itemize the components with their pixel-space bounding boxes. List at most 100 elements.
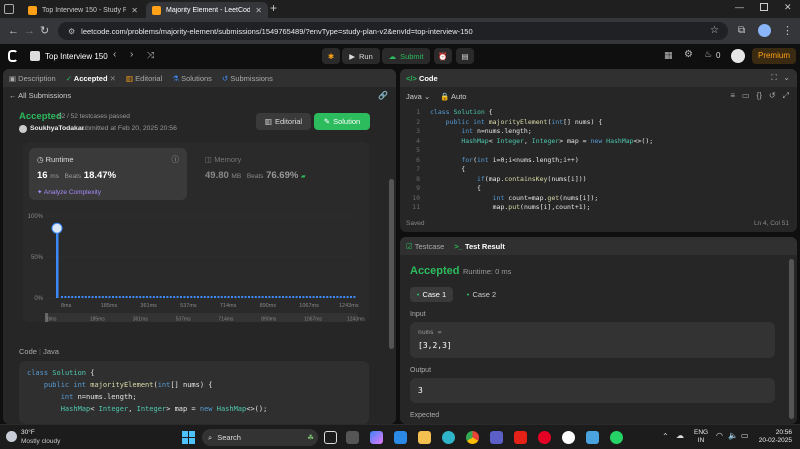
reset-icon[interactable]: ↺ [769,91,776,101]
layout-icon[interactable]: ▦ [664,50,673,61]
case-1-tab[interactable]: • Case 1 [410,287,453,302]
left-panel: ▣ Description ✓ Accepted ✕ ▥ Editorial ⚗… [3,69,396,424]
clock[interactable]: 20:56 20-02-2025 [756,429,792,445]
case-2-tab[interactable]: • Case 2 [460,287,503,302]
study-plan-title[interactable]: Top Interview 150 [45,52,108,61]
timer-button[interactable]: ⏰ [434,48,452,64]
vscode-icon[interactable] [394,431,407,444]
language-select[interactable]: Java ⌄ [406,92,430,101]
distribution-bar [129,296,131,298]
chrome-icon[interactable] [466,431,479,444]
tab-description[interactable]: ▣ Description [9,74,56,83]
fullscreen-icon[interactable]: ⤢ [783,91,789,101]
distribution-bar [305,296,308,298]
editorial-button[interactable]: ▥ Editorial [256,113,311,130]
chrome-menu-icon[interactable]: ⋮ [782,24,793,38]
left-scrollbar[interactable] [389,179,394,349]
app-icon[interactable] [490,431,503,444]
collapse-panel-icon[interactable]: ⌄ [783,73,790,82]
extensions-icon[interactable]: ⧉ [738,24,745,38]
tab-editorial[interactable]: ▥ Editorial [126,74,162,83]
close-window-icon[interactable]: ✕ [784,2,792,13]
youtube-icon[interactable] [514,431,527,444]
all-submissions-link[interactable]: ← All Submissions [9,91,71,100]
tab-search-icon[interactable] [4,4,14,14]
right-scrollbar[interactable] [789,259,794,419]
tab-solutions[interactable]: ⚗ Solutions [172,74,212,83]
maximize-panel-icon[interactable]: ⛶ [771,73,777,83]
leetcode-logo[interactable] [8,50,18,62]
file-explorer-icon[interactable] [418,431,431,444]
weather-icon[interactable] [6,431,17,442]
maximize-icon[interactable] [760,3,768,11]
next-problem-icon[interactable]: › [130,49,133,60]
minimize-icon[interactable]: — [735,2,744,12]
format-icon[interactable]: ≡ [730,91,735,101]
bookmark-icon[interactable]: ▭ [742,91,750,101]
distribution-bar [115,296,118,298]
submit-button[interactable]: ☁ Submit [382,48,430,64]
clock-icon: ◷ [37,155,44,164]
reload-icon[interactable]: ↻ [40,24,49,38]
distribution-bar [353,296,356,298]
photos-icon[interactable] [586,431,599,444]
copilot-icon[interactable] [370,431,383,444]
back-icon[interactable]: ← [8,24,19,38]
analyze-complexity-link[interactable]: ✦ Analyze Complexity [37,188,101,196]
google-icon[interactable] [562,431,575,444]
volume-icon[interactable]: 🔈 [728,431,738,440]
browser-tab[interactable]: Top Interview 150 - Study Plan ✕ [22,2,144,18]
language-indicator[interactable]: ENG IN [694,429,708,445]
whatsapp-icon[interactable] [610,431,623,444]
taskbar-search-box[interactable]: ⌕ Search ☘ [202,429,318,446]
notes-button[interactable]: ▤ [456,48,474,64]
memory-card[interactable]: ◫ Memory 49.80 MB Beats 76.69% ▰ [199,148,359,200]
premium-button[interactable]: Premium [752,48,796,64]
battery-icon[interactable]: ▭ [741,431,749,440]
close-tab-icon[interactable]: ✕ [255,6,262,15]
minimap-tick-label: 185ms [90,317,106,323]
distribution-bar [135,296,138,298]
streak-flame-icon[interactable]: ♨ [704,49,712,60]
widgets-icon[interactable] [346,431,359,444]
tab-submissions[interactable]: ↺ Submissions [222,74,273,83]
task-view-icon[interactable] [324,431,337,444]
run-button[interactable]: ▶ Run [342,48,380,64]
tab-testcase[interactable]: ☑ Testcase [406,242,444,251]
auto-mode-toggle[interactable]: 🔒 Auto [440,92,466,101]
shuffle-icon[interactable]: ⤨ [147,50,154,61]
info-icon[interactable]: ⓘ [172,154,180,165]
code-editor[interactable]: 1 class Solution {2 public int majorityEl… [406,108,786,212]
settings-gear-icon[interactable]: ⚙ [684,49,693,60]
debug-button[interactable]: ✱ [322,48,340,64]
flask-icon: ⚗ [172,73,179,83]
bookmark-star-icon[interactable]: ☆ [710,24,719,38]
tab-test-result[interactable]: >_ Test Result [454,242,505,251]
forward-icon[interactable]: → [24,24,35,38]
pinterest-icon[interactable] [538,431,551,444]
site-info-icon[interactable]: ⚙ [68,27,75,36]
address-bar[interactable]: ⚙ leetcode.com/problems/majority-element… [58,22,728,40]
new-tab-button[interactable]: + [270,1,277,15]
line-number: 3 [416,127,420,135]
browser-tab-active[interactable]: Majority Element - LeetCode ✕ [146,2,268,18]
submitter-name[interactable]: SoukhyaTodakar [30,125,84,132]
solution-button[interactable]: ✎ Solution [314,113,370,130]
tab-accepted[interactable]: ✓ Accepted ✕ [66,74,116,83]
user-avatar[interactable] [731,49,745,63]
cloud-icon[interactable]: ☁ [676,431,684,440]
runtime-card[interactable]: ◷ Runtime ⓘ 16 ms Beats 18.47% ✦ Analyze… [29,148,187,200]
edge-icon[interactable] [442,431,455,444]
brackets-icon[interactable]: {} [757,91,762,101]
code-line: int n=nums.length; [60,393,137,401]
profile-avatar[interactable] [758,24,771,37]
prev-problem-icon[interactable]: ‹ [113,49,116,60]
share-link-icon[interactable]: 🔗 [378,91,388,100]
windows-start-icon[interactable] [182,431,195,444]
code-line: public int majorityElement(int[] nums) { [43,381,213,389]
runtime-distribution-chart[interactable]: 100% 50% 0% 8ms 185ms 361ms 537ms 714ms 890ms 106… [23,206,369,322]
tray-chevron-icon[interactable]: ⌃ [662,432,669,441]
close-tab-icon[interactable]: ✕ [131,6,138,15]
cloud-upload-icon: ☁ [388,51,397,61]
wifi-icon[interactable]: ◠ [716,431,723,440]
